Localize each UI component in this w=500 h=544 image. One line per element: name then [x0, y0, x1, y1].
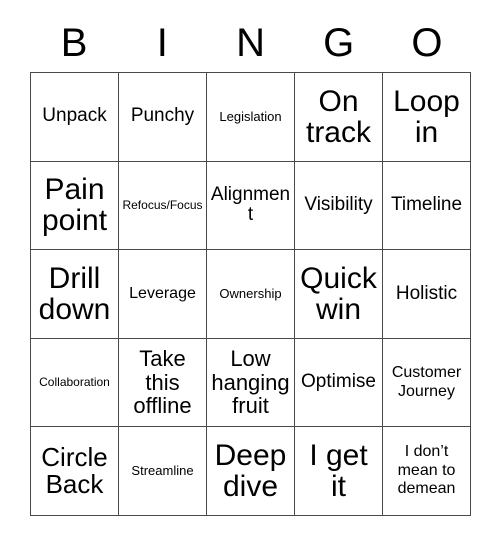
bingo-header-letter-n: N: [236, 21, 265, 65]
bingo-cell-label: On track: [305, 84, 371, 149]
bingo-cell-r1c3[interactable]: Legislation: [207, 73, 295, 162]
bingo-cell-r5c3[interactable]: Deep dive: [207, 427, 295, 516]
bingo-cell-label: Holistic: [395, 282, 458, 304]
bingo-cell-label: Low hanging fruit: [211, 345, 290, 419]
bingo-cell-label: Visibility: [304, 193, 373, 215]
bingo-cell-label: Customer Journey: [391, 364, 462, 400]
bingo-cell-label: Drill down: [38, 261, 111, 326]
bingo-grid: Unpack Punchy Legislation On track Loop …: [30, 72, 471, 516]
bingo-cell-label: Streamline: [131, 462, 194, 478]
bingo-cell-label: Circle Back: [41, 441, 108, 500]
bingo-cell-label: Pain point: [41, 173, 108, 238]
bingo-cell-r4c4[interactable]: Optimise: [295, 338, 383, 428]
bingo-cell-label: Take this offline: [133, 345, 192, 419]
bingo-cell-r1c4[interactable]: On track: [295, 73, 383, 162]
bingo-cell-r1c5[interactable]: Loop in: [383, 73, 471, 162]
bingo-cell-label: Punchy: [130, 105, 195, 127]
bingo-cell-label: Legislation: [219, 108, 282, 124]
bingo-cell-r3c2[interactable]: Leverage: [119, 250, 207, 339]
bingo-cell-label: Optimise: [301, 371, 376, 393]
bingo-cell-r4c5[interactable]: Customer Journey: [383, 338, 471, 428]
bingo-cell-r5c5[interactable]: I don’t mean to demean: [383, 427, 471, 516]
bingo-cell-r5c1[interactable]: Circle Back: [31, 427, 119, 516]
bingo-header-letter-g: G: [323, 21, 355, 65]
bingo-cell-label: Timeline: [390, 193, 463, 215]
bingo-cell-label: Alignment: [210, 183, 291, 226]
bingo-cell-r4c3[interactable]: Low hanging fruit: [207, 338, 295, 428]
bingo-cell-label: Refocus/Focus: [122, 197, 203, 212]
bingo-cell-label: Quick win: [300, 261, 377, 326]
bingo-cell-r3c3[interactable]: Ownership: [207, 250, 295, 339]
bingo-cell-r4c2[interactable]: Take this offline: [119, 338, 207, 428]
bingo-cell-label: Collaboration: [39, 374, 110, 389]
bingo-header-letter-b: B: [60, 21, 88, 65]
bingo-header-letter-o: O: [411, 21, 443, 65]
bingo-cell-r5c2[interactable]: Streamline: [119, 427, 207, 516]
bingo-header-row: B I N G O: [30, 14, 471, 72]
bingo-header-letter-i: I: [156, 21, 168, 65]
bingo-cell-r1c1[interactable]: Unpack: [31, 73, 119, 162]
bingo-cell-label: Leverage: [129, 284, 196, 302]
bingo-cell-r4c1[interactable]: Collaboration: [31, 338, 119, 428]
bingo-cell-r2c2[interactable]: Refocus/Focus: [119, 161, 207, 251]
bingo-cell-label: I get it: [309, 439, 368, 504]
bingo-cell-label: Unpack: [42, 105, 107, 127]
bingo-cell-r2c5[interactable]: Timeline: [383, 161, 471, 251]
bingo-cell-label: Loop in: [393, 84, 460, 149]
bingo-cell-r3c5[interactable]: Holistic: [383, 250, 471, 339]
bingo-card: B I N G O Unpack Punchy Legislation On t…: [0, 0, 500, 544]
bingo-cell-r2c1[interactable]: Pain point: [31, 161, 119, 251]
bingo-cell-label: I don’t mean to demean: [397, 443, 456, 498]
bingo-cell-r3c1[interactable]: Drill down: [31, 250, 119, 339]
bingo-cell-r2c3[interactable]: Alignment: [207, 161, 295, 251]
bingo-cell-r3c4[interactable]: Quick win: [295, 250, 383, 339]
bingo-cell-r1c2[interactable]: Punchy: [119, 73, 207, 162]
bingo-cell-r2c4[interactable]: Visibility: [295, 161, 383, 251]
bingo-cell-label: Ownership: [219, 285, 282, 301]
bingo-cell-label: Deep dive: [214, 439, 287, 504]
bingo-cell-r5c4[interactable]: I get it: [295, 427, 383, 516]
